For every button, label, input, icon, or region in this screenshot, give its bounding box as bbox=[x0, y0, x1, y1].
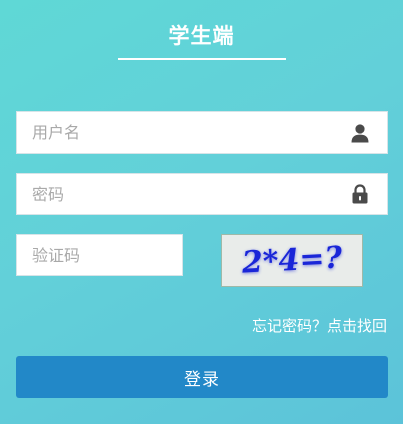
page-title: 学生端 bbox=[168, 24, 235, 48]
forgot-password-link[interactable]: 忘记密码？点击找回 bbox=[252, 315, 387, 336]
captcha-text: 2*4=? bbox=[240, 240, 343, 280]
username-field[interactable] bbox=[16, 111, 388, 154]
username-input[interactable] bbox=[17, 112, 387, 153]
captcha-input[interactable] bbox=[17, 235, 182, 275]
lock-icon bbox=[352, 184, 368, 204]
title-underline bbox=[118, 58, 286, 60]
user-icon bbox=[351, 123, 369, 142]
password-input[interactable] bbox=[17, 174, 387, 214]
captcha-drawing: 2*4=? 2*4=? bbox=[240, 240, 343, 281]
login-button[interactable]: 登录 bbox=[16, 356, 388, 398]
password-field[interactable] bbox=[16, 173, 388, 215]
captcha-image[interactable]: 2*4=? 2*4=? bbox=[221, 234, 363, 287]
captcha-field[interactable] bbox=[16, 234, 183, 276]
